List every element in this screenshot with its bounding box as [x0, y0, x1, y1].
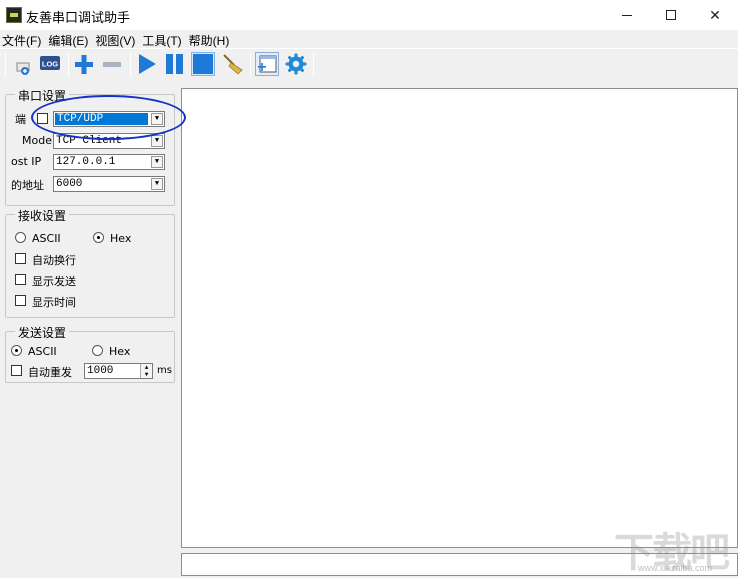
mode-label: Mode — [22, 134, 52, 147]
pause-icon — [166, 54, 183, 74]
receive-settings-group: 接收设置 ASCII Hex 自动换行 显示发送 显示时间 — [5, 207, 175, 318]
address-select[interactable]: 6000 ▼ — [53, 176, 165, 192]
toolbar-separator — [68, 53, 69, 77]
auto-resend-checkbox[interactable] — [11, 365, 22, 376]
auto-wrap-label: 自动换行 — [32, 254, 76, 267]
log-icon: LOG — [40, 56, 60, 70]
receive-hex-radio[interactable] — [93, 232, 104, 243]
host-ip-label: ost IP — [11, 155, 42, 168]
settings-gear-icon — [285, 53, 307, 75]
toolbar-separator — [130, 53, 131, 77]
address-value: 6000 — [56, 178, 83, 190]
toolbar-separator — [313, 53, 314, 77]
new-window-button[interactable] — [255, 52, 279, 76]
show-send-label: 显示发送 — [32, 275, 76, 288]
maximize-button[interactable] — [648, 0, 694, 30]
app-icon — [6, 7, 22, 23]
clear-button[interactable] — [220, 52, 244, 76]
send-settings-group: 发送设置 ASCII Hex 自动重发 1000 ▲ ▼ ms — [5, 324, 175, 383]
new-connection-button[interactable] — [12, 52, 36, 76]
auto-resend-label: 自动重发 — [28, 366, 72, 379]
show-time-checkbox[interactable] — [15, 295, 26, 306]
toolbar-separator — [250, 53, 251, 77]
host-ip-select[interactable]: 127.0.0.1 ▼ — [53, 154, 165, 170]
address-label: 的地址 — [11, 179, 44, 192]
add-button[interactable] — [72, 52, 96, 76]
send-ascii-label: ASCII — [28, 345, 57, 358]
annotation-ellipse — [31, 95, 186, 140]
host-ip-value: 127.0.0.1 — [56, 156, 116, 168]
remove-button[interactable] — [100, 52, 124, 76]
log-button[interactable]: LOG — [38, 52, 62, 76]
chevron-down-icon: ▼ — [151, 135, 163, 147]
stop-icon — [193, 54, 213, 74]
add-icon — [75, 55, 93, 74]
menu-view[interactable]: 视图(V) — [93, 30, 138, 48]
svg-text:LOG: LOG — [42, 60, 58, 69]
toolbar-separator — [5, 53, 6, 77]
resend-interval-input[interactable]: 1000 ▲ ▼ — [84, 363, 153, 379]
receive-ascii-radio[interactable] — [15, 232, 26, 243]
menu-tools[interactable]: 工具(T) — [140, 30, 184, 48]
receive-area[interactable] — [181, 88, 738, 548]
send-ascii-radio[interactable] — [11, 345, 22, 356]
close-icon: ✕ — [709, 6, 721, 23]
menu-file[interactable]: 文件(F) — [0, 30, 44, 48]
new-window-icon — [258, 55, 277, 73]
window-title: 友善串口调试助手 — [26, 10, 131, 25]
spinner-arrows-icon[interactable]: ▲ ▼ — [140, 364, 152, 378]
auto-wrap-checkbox[interactable] — [15, 253, 26, 264]
maximize-icon — [666, 10, 676, 20]
interval-unit-label: ms — [157, 365, 172, 376]
receive-settings-title: 接收设置 — [15, 207, 70, 224]
settings-panel: 串口设置 端 TCP/UDP ▼ Mode TCP Client ▼ ost I… — [0, 82, 180, 576]
receive-ascii-label: ASCII — [32, 232, 61, 245]
minimize-icon — [622, 14, 632, 16]
resend-interval-value: 1000 — [87, 365, 114, 377]
settings-button[interactable] — [284, 52, 308, 76]
close-button[interactable]: ✕ — [692, 0, 738, 30]
menu-bar: 文件(F) 编辑(E) 视图(V) 工具(T) 帮助(H) — [0, 30, 738, 48]
receive-hex-label: Hex — [110, 232, 132, 245]
toolbar: LOG — [0, 48, 738, 80]
new-connection-icon — [16, 62, 30, 75]
port-label: 端 — [15, 113, 26, 126]
chevron-down-icon: ▼ — [151, 156, 163, 168]
stop-button[interactable] — [191, 52, 215, 76]
play-icon — [139, 54, 156, 74]
start-button[interactable] — [135, 52, 159, 76]
menu-edit[interactable]: 编辑(E) — [46, 30, 91, 48]
pause-button[interactable] — [163, 52, 187, 76]
chevron-down-icon: ▼ — [151, 178, 163, 190]
send-settings-title: 发送设置 — [15, 324, 70, 341]
minimize-button[interactable] — [604, 0, 650, 30]
watermark-url: www.xiazaiba.com — [638, 563, 713, 573]
send-hex-label: Hex — [109, 345, 131, 358]
clear-broom-icon — [223, 54, 243, 75]
send-hex-radio[interactable] — [92, 345, 103, 356]
remove-icon — [103, 62, 121, 67]
show-send-checkbox[interactable] — [15, 274, 26, 285]
title-bar: 友善串口调试助手 ✕ — [0, 0, 738, 30]
show-time-label: 显示时间 — [32, 296, 76, 309]
menu-help[interactable]: 帮助(H) — [187, 30, 233, 48]
